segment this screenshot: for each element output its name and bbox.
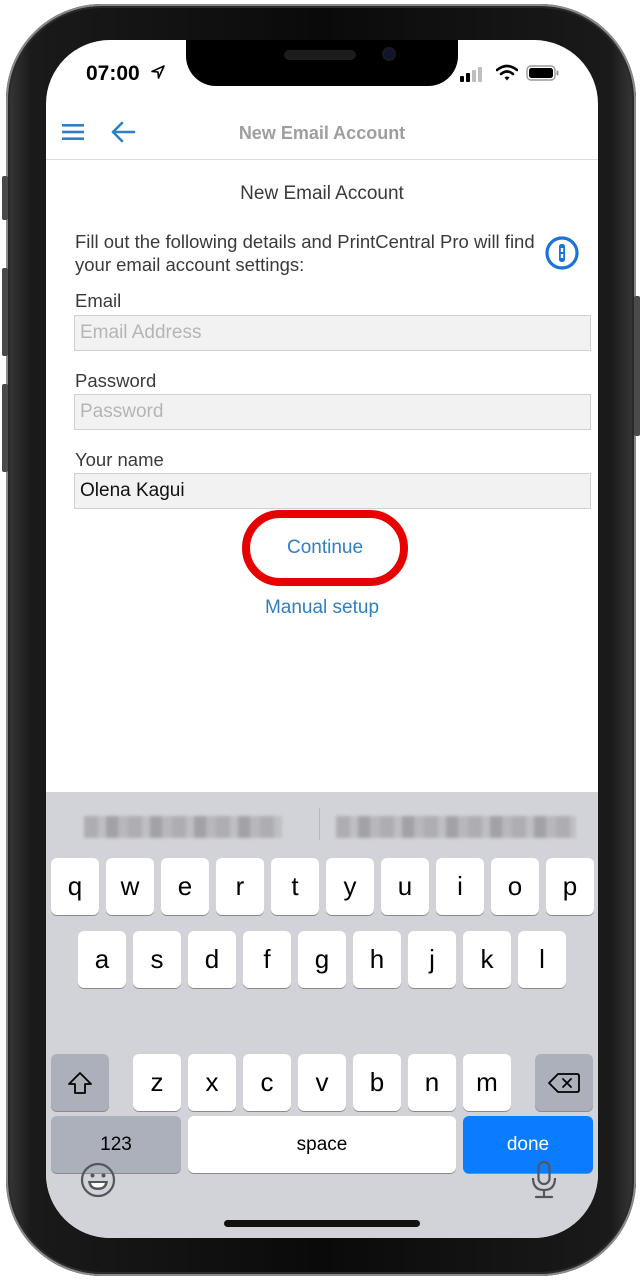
continue-button[interactable]: Continue <box>242 510 408 586</box>
location-arrow-icon <box>151 65 165 79</box>
name-label: Your name <box>75 449 164 470</box>
key-i[interactable]: i <box>436 858 484 915</box>
done-key[interactable]: done <box>463 1116 593 1173</box>
key-e[interactable]: e <box>161 858 209 915</box>
power-button <box>634 296 640 436</box>
key-g[interactable]: g <box>298 931 346 988</box>
key-c[interactable]: c <box>243 1054 291 1111</box>
key-v[interactable]: v <box>298 1054 346 1111</box>
key-y[interactable]: y <box>326 858 374 915</box>
password-label: Password <box>75 370 157 391</box>
delete-key[interactable] <box>535 1054 593 1111</box>
speaker-grille <box>284 50 356 60</box>
shift-key[interactable] <box>51 1054 109 1111</box>
nav-title: New Email Account <box>238 123 406 143</box>
email-field[interactable] <box>74 315 591 351</box>
numbers-key[interactable]: 123 <box>51 1116 181 1173</box>
key-b[interactable]: b <box>353 1054 401 1111</box>
suggestion-bar <box>46 792 598 848</box>
email-label: Email <box>75 290 122 311</box>
form-description: Fill out the following details and Print… <box>75 231 535 275</box>
1password-icon[interactable] <box>544 235 580 271</box>
nav-bar: New Email Account <box>46 110 598 160</box>
name-field[interactable] <box>74 473 591 509</box>
key-a[interactable]: a <box>78 931 126 988</box>
key-s[interactable]: s <box>133 931 181 988</box>
suggestion-item[interactable] <box>84 816 282 838</box>
suggestion-item[interactable] <box>336 816 576 838</box>
shift-icon <box>68 1071 92 1094</box>
keyboard: qwertyuiop asdfghjkl zxcvbnm 123 space don… <box>46 792 598 1238</box>
space-key[interactable]: space <box>188 1116 456 1173</box>
volume-up-button <box>2 268 8 356</box>
key-w[interactable]: w <box>106 858 154 915</box>
manual-setup-link[interactable]: Manual setup <box>46 597 598 619</box>
key-d[interactable]: d <box>188 931 236 988</box>
key-u[interactable]: u <box>381 858 429 915</box>
key-l[interactable]: l <box>518 931 566 988</box>
delete-icon <box>548 1072 580 1093</box>
cellular-signal-icon <box>460 67 482 82</box>
notch <box>186 40 458 86</box>
key-o[interactable]: o <box>491 858 539 915</box>
key-k[interactable]: k <box>463 931 511 988</box>
key-q[interactable]: q <box>51 858 99 915</box>
key-r[interactable]: r <box>216 858 264 915</box>
form-title: New Email Account <box>240 183 404 204</box>
status-time: 07:00 <box>86 62 140 85</box>
key-z[interactable]: z <box>133 1054 181 1111</box>
side-button <box>2 176 8 220</box>
camera-icon <box>382 47 396 61</box>
key-m[interactable]: m <box>463 1054 511 1111</box>
emoji-icon[interactable] <box>80 1162 116 1198</box>
key-h[interactable]: h <box>353 931 401 988</box>
key-f[interactable]: f <box>243 931 291 988</box>
home-indicator[interactable] <box>224 1220 420 1227</box>
key-t[interactable]: t <box>271 858 319 915</box>
password-field[interactable] <box>74 394 591 430</box>
battery-icon <box>526 65 559 81</box>
suggestion-divider <box>319 808 320 840</box>
key-x[interactable]: x <box>188 1054 236 1111</box>
key-n[interactable]: n <box>408 1054 456 1111</box>
volume-down-button <box>2 384 8 472</box>
wifi-icon <box>496 64 518 81</box>
key-j[interactable]: j <box>408 931 456 988</box>
screen: 07:00 New Email Account New Email Accoun… <box>46 40 598 1238</box>
key-p[interactable]: p <box>546 858 594 915</box>
microphone-icon[interactable] <box>530 1160 558 1200</box>
